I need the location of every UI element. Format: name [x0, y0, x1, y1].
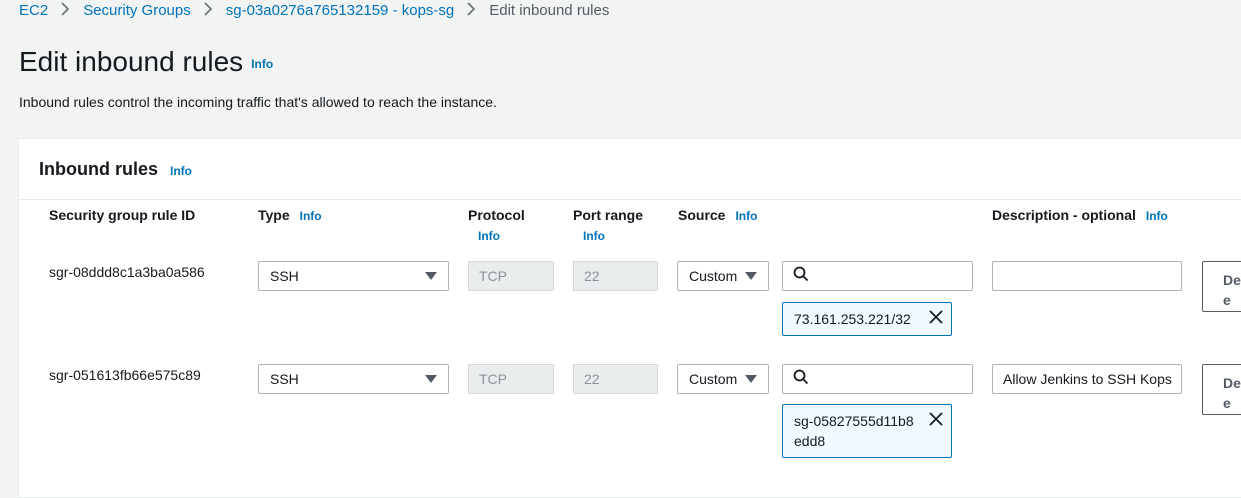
- column-header-description-text: Description - optional: [992, 207, 1136, 223]
- type-info-link[interactable]: Info: [300, 209, 322, 223]
- description-info-link[interactable]: Info: [1146, 209, 1168, 223]
- source-select[interactable]: Custom: [677, 364, 769, 394]
- chevron-right-icon: [467, 2, 476, 19]
- column-header-source-text: Source: [678, 207, 726, 223]
- source-token: 73.161.253.221/32: [782, 302, 952, 336]
- panel-header: [19, 139, 1241, 200]
- breadcrumb-ec2[interactable]: EC2: [19, 2, 48, 19]
- breadcrumb-current: Edit inbound rules: [489, 2, 610, 19]
- column-header-rule-id: Security group rule ID: [49, 207, 196, 223]
- column-header-type: Type Info: [258, 207, 322, 223]
- protocol-field: TCP: [468, 261, 554, 291]
- caret-down-icon: [425, 375, 437, 383]
- type-select-value: SSH: [270, 371, 299, 387]
- search-icon: [793, 369, 809, 390]
- delete-button[interactable]: De e: [1202, 364, 1241, 415]
- type-select[interactable]: SSH: [258, 364, 449, 394]
- column-header-port-range: Port range Info: [573, 207, 643, 243]
- page-title-text: Edit inbound rules: [19, 46, 244, 77]
- search-icon: [793, 266, 809, 287]
- chevron-right-icon: [204, 2, 213, 19]
- protocol-info-link[interactable]: Info: [478, 229, 525, 243]
- breadcrumb: EC2 Security Groups sg-03a0276a765132159…: [19, 2, 609, 19]
- panel-title-text: Inbound rules: [39, 159, 158, 179]
- port-range-field: 22: [573, 261, 658, 291]
- column-header-protocol-text: Protocol: [468, 207, 525, 223]
- description-input[interactable]: [992, 261, 1182, 291]
- column-header-description: Description - optional Info: [992, 207, 1168, 223]
- source-token-label: 73.161.253.221/32: [794, 311, 911, 327]
- column-header-source: Source Info: [678, 207, 757, 223]
- delete-button[interactable]: De e: [1202, 261, 1241, 312]
- source-select-value: Custom: [689, 268, 738, 284]
- panel-info-link[interactable]: Info: [170, 164, 192, 178]
- source-select[interactable]: Custom: [677, 261, 769, 291]
- page-description: Inbound rules control the incoming traff…: [19, 94, 497, 110]
- protocol-field: TCP: [468, 364, 554, 394]
- breadcrumb-security-group[interactable]: sg-03a0276a765132159 - kops-sg: [226, 2, 455, 19]
- type-select[interactable]: SSH: [258, 261, 449, 291]
- source-search-input[interactable]: [782, 261, 973, 291]
- page-title: Edit inbound rules Info: [19, 46, 273, 78]
- column-header-protocol: Protocol Info: [468, 207, 525, 243]
- column-header-type-text: Type: [258, 207, 290, 223]
- caret-down-icon: [745, 375, 757, 383]
- rule-id: sgr-08ddd8c1a3ba0a586: [49, 264, 205, 280]
- caret-down-icon: [425, 272, 437, 280]
- close-icon[interactable]: [929, 411, 943, 431]
- type-select-value: SSH: [270, 268, 299, 284]
- source-token: sg-05827555d11b8edd8: [782, 404, 952, 458]
- chevron-right-icon: [61, 2, 70, 19]
- rule-id: sgr-051613fb66e575c89: [49, 367, 201, 383]
- source-search-input[interactable]: [782, 364, 973, 394]
- close-icon[interactable]: [929, 309, 943, 329]
- source-select-value: Custom: [689, 371, 738, 387]
- page-info-link[interactable]: Info: [251, 57, 273, 71]
- description-input[interactable]: Allow Jenkins to SSH Kops: [992, 364, 1182, 394]
- inbound-rules-panel: Inbound rules Info Security group rule ID…: [18, 138, 1241, 498]
- port-range-info-link[interactable]: Info: [583, 229, 643, 243]
- breadcrumb-security-groups[interactable]: Security Groups: [83, 2, 191, 19]
- source-info-link[interactable]: Info: [735, 209, 757, 223]
- caret-down-icon: [745, 272, 757, 280]
- panel-title: Inbound rules Info: [39, 159, 192, 180]
- column-header-port-range-text: Port range: [573, 207, 644, 223]
- port-range-field: 22: [573, 364, 658, 394]
- source-token-label: sg-05827555d11b8edd8: [794, 413, 914, 449]
